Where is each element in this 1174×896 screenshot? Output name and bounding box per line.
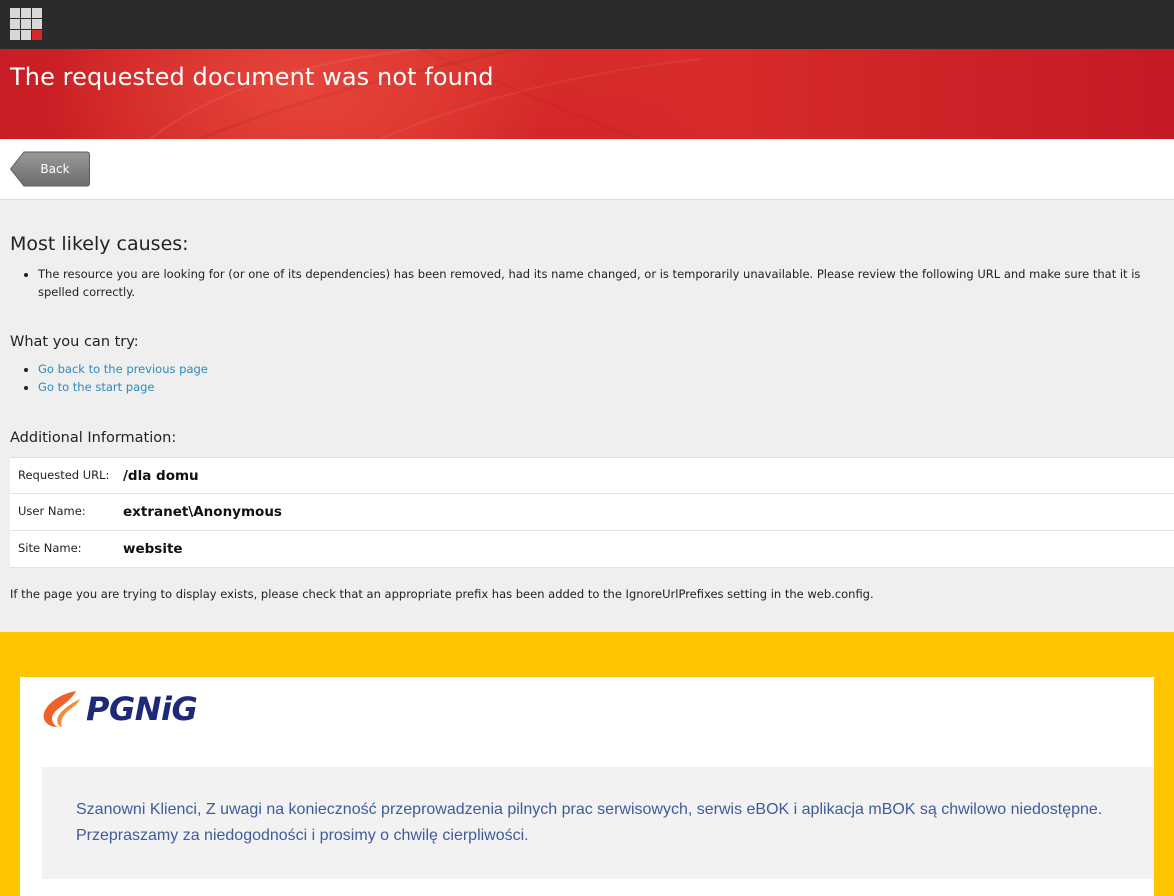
- previous-page-link[interactable]: Go back to the previous page: [38, 362, 208, 376]
- page-title: The requested document was not found: [10, 63, 494, 91]
- table-row: User Name: extranet\Anonymous: [10, 494, 1174, 531]
- back-button[interactable]: Back: [10, 151, 90, 187]
- top-bar: [0, 0, 1174, 49]
- row-value: website: [123, 541, 183, 557]
- back-button-label: Back: [40, 162, 70, 176]
- maintenance-message-box: Szanowni Klienci, Z uwagi na konieczność…: [42, 767, 1154, 879]
- row-label: Requested URL:: [18, 468, 110, 482]
- maintenance-card: PGNiG Szanowni Klienci, Z uwagi na konie…: [20, 677, 1154, 896]
- row-value: /dla domu: [123, 468, 199, 484]
- list-item: Go back to the previous page: [38, 360, 208, 378]
- list-item: Go to the start page: [38, 378, 208, 396]
- start-page-link[interactable]: Go to the start page: [38, 380, 155, 394]
- list-item: The resource you are looking for (or one…: [38, 265, 1164, 301]
- row-value: extranet\Anonymous: [123, 504, 282, 520]
- app-grid-icon[interactable]: [10, 8, 42, 40]
- maintenance-section: PGNiG Szanowni Klienci, Z uwagi na konie…: [0, 632, 1174, 896]
- row-label: Site Name:: [18, 541, 82, 555]
- header-banner: The requested document was not found: [0, 49, 1174, 139]
- try-heading: What you can try:: [10, 334, 139, 350]
- table-row: Requested URL: /dla domu: [10, 457, 1174, 494]
- toolbar: Back: [0, 139, 1174, 200]
- additional-info-table: Requested URL: /dla domu User Name: extr…: [10, 457, 1174, 568]
- causes-heading: Most likely causes:: [10, 233, 189, 255]
- table-row: Site Name: website: [10, 531, 1174, 568]
- additional-info-heading: Additional Information:: [10, 430, 177, 446]
- try-list: Go back to the previous page Go to the s…: [38, 360, 208, 396]
- flame-logo-icon: [43, 691, 80, 727]
- row-label: User Name:: [18, 504, 86, 518]
- maintenance-message: Szanowni Klienci, Z uwagi na konieczność…: [76, 801, 1103, 844]
- causes-list: The resource you are looking for (or one…: [38, 265, 1164, 301]
- pgnig-logo: PGNiG: [40, 689, 198, 729]
- logo-wordmark: PGNiG: [86, 690, 198, 728]
- config-note: If the page you are trying to display ex…: [10, 587, 874, 601]
